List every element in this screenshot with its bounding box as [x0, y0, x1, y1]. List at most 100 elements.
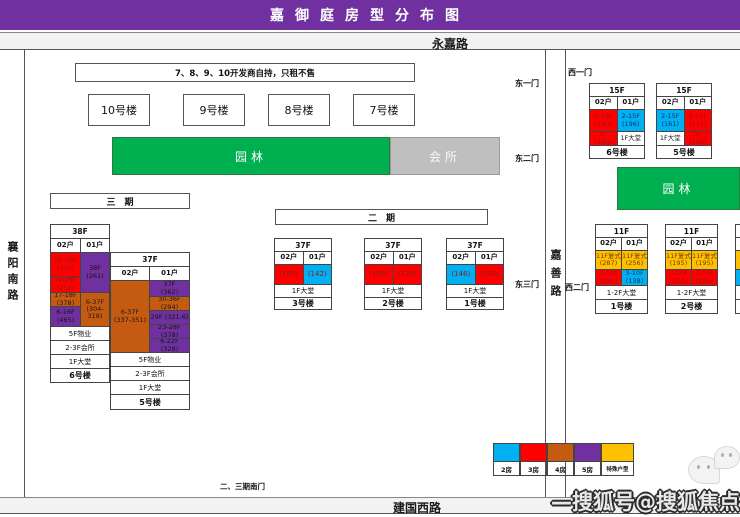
unit02-header: 02户	[666, 238, 691, 250]
phase2-tower-2: 37F 02户 01户 (196) (139) 1F大堂 2号楼	[364, 238, 422, 310]
legend-item: 2房	[493, 443, 520, 476]
watermark-text: —搜狐号@搜狐焦点郑州站搜	[551, 486, 740, 516]
road-jianguo-label: 建国西路	[393, 499, 441, 516]
unit-cell: 3-10F (150)	[666, 270, 691, 285]
legend-label: 特殊户型	[601, 462, 634, 476]
east-tower-6: 15F 02户 01户 2-15F (180) 2-15F (196) 1F (…	[589, 83, 645, 159]
lobby-row: 1F大堂	[275, 285, 331, 298]
unit01-header: 01户	[475, 252, 504, 264]
b6-unit01-header: 01户	[80, 239, 110, 252]
b5-cell: 30-36F (294)	[150, 297, 189, 311]
tower-floors: 11F	[666, 225, 717, 238]
b5-lobby-row: 1F大堂	[111, 381, 189, 395]
legend-item: 3房	[520, 443, 547, 476]
b5-cell: 23-28F (378)	[150, 325, 189, 339]
legend-label: 2房	[493, 462, 520, 476]
building-8: 8号楼	[268, 94, 330, 126]
legend-label: 5房	[574, 462, 601, 476]
b5-cell: 6-22F (328)	[150, 339, 189, 352]
phase2-tower-1: 37F 02户 01户 (146) (182) 1F大堂 1号楼	[446, 238, 504, 310]
b5-name: 5号楼	[111, 395, 189, 409]
unit-cell	[736, 270, 740, 286]
b5-property-row: 5F物业	[111, 353, 189, 367]
clubhouse: 会所	[390, 137, 500, 175]
gate-east-2: 东二门	[515, 153, 539, 164]
b6-lobby-row: 1F大堂	[51, 355, 109, 369]
unit02-header: 02户	[590, 97, 617, 109]
east-tower-partial	[735, 224, 740, 314]
tower-floors: 15F	[657, 84, 711, 97]
east-tower-5: 15F 02户 01户 2-15F (161) 2-15F (171) 1F大堂…	[656, 83, 712, 159]
b6-cell: 17-18F (378)	[51, 293, 80, 307]
b6-cell: 6-37F (304-318)	[81, 293, 109, 326]
b5-cell: 6-37F (337-351)	[111, 281, 149, 352]
duplex-cell	[736, 251, 740, 270]
unit02-header: 02户	[275, 252, 303, 264]
legend-label: 4房	[547, 462, 574, 476]
unit01-header: 01户	[617, 97, 645, 109]
b5-cell: 37F (362)	[150, 281, 189, 297]
road-top-bar	[0, 32, 740, 50]
map-west-border	[24, 50, 25, 497]
unit01-cell: (142)	[303, 265, 332, 284]
unit02-header: 02户	[447, 252, 475, 264]
phase3-label: 三期	[50, 193, 190, 209]
jiashan-road-west-line	[545, 50, 546, 497]
road-xiangyang-label: 襄阳南路	[4, 241, 20, 305]
legend-swatch-3room	[520, 443, 547, 462]
gate-west-1: 西一门	[568, 67, 592, 78]
phase2-tower-3: 37F 02户 01户 (195) (142) 1F大堂 3号楼	[274, 238, 332, 310]
legend-item: 5房	[574, 443, 601, 476]
gate-south: 二、三期南门	[220, 481, 265, 492]
building-10: 10号楼	[88, 94, 150, 126]
tower-name: 6号楼	[590, 146, 644, 158]
b6-cell: 38F (261)	[81, 253, 109, 293]
legend-item: 特殊户型	[601, 443, 634, 476]
unit01-cell: (139)	[393, 265, 422, 284]
rental-notice: 7、8、9、10开发商自持，只租不售	[75, 63, 415, 82]
b6-club-row: 2-3F会所	[51, 341, 109, 355]
b6-property-row: 5F物业	[51, 327, 109, 341]
unit-cell: 3-10F (186)	[691, 270, 717, 285]
tower-name: 5号楼	[657, 146, 711, 158]
b6-floors: 38F	[51, 225, 109, 239]
unit02-cell: (196)	[365, 265, 393, 284]
unit-cell: 2-15F (161)	[657, 110, 684, 131]
tower-floors: 37F	[447, 239, 503, 252]
b6-cell: 19-25F (252)	[51, 277, 80, 293]
unit01-header: 01户	[621, 238, 647, 250]
east-tower-2: 11F 02户 01户 11F复式 (195) 11F复式 (195) 3-10…	[665, 224, 718, 314]
tower-name: 2号楼	[666, 300, 717, 313]
duplex-cell: 11F复式 (256)	[621, 251, 647, 269]
chat-bubble-small	[714, 446, 740, 469]
b6-name: 6号楼	[51, 369, 109, 382]
wechat-watermark-icon	[686, 444, 740, 490]
phase3-building-6: 38F 02户 01户 26-36F (345) 19-25F (252) 17…	[50, 224, 110, 383]
phase3-building-5: 37F 02户 01户 6-37F (337-351) 37F (362) 30…	[110, 252, 190, 410]
lobby-row: 1-2F大堂	[666, 286, 717, 300]
gate-west-2: 西二门	[565, 282, 589, 293]
gate-east-1: 东一门	[515, 78, 539, 89]
b6-cell: 6-16F (465)	[51, 307, 80, 326]
unit-cell: 3-10F (138)	[621, 270, 647, 285]
tower-name: 2号楼	[365, 298, 421, 309]
legend-item: 4房	[547, 443, 574, 476]
jiashan-road-east-line	[565, 50, 566, 497]
tower-name: 3号楼	[275, 298, 331, 309]
duplex-cell: 11F复式 (195)	[691, 251, 717, 269]
legend-label: 3房	[520, 462, 547, 476]
building-7: 7号楼	[353, 94, 415, 126]
tower-floors: 15F	[590, 84, 644, 97]
b6-unit02-header: 02户	[51, 239, 80, 252]
legend-swatch-special	[601, 443, 634, 462]
unit-cell: 1F (190)	[590, 132, 617, 145]
lobby-row: 1-2F大堂	[596, 286, 647, 300]
tower-floors: 11F	[596, 225, 647, 238]
phase2-label: 二期	[275, 209, 488, 225]
tower-name: 1号楼	[596, 300, 647, 313]
legend-swatch-2room	[493, 443, 520, 462]
tower-floors: 37F	[275, 239, 331, 252]
garden-east: 园林	[617, 167, 740, 210]
garden-west: 园林	[112, 137, 390, 175]
b6-cell: 26-36F (345)	[51, 253, 80, 277]
